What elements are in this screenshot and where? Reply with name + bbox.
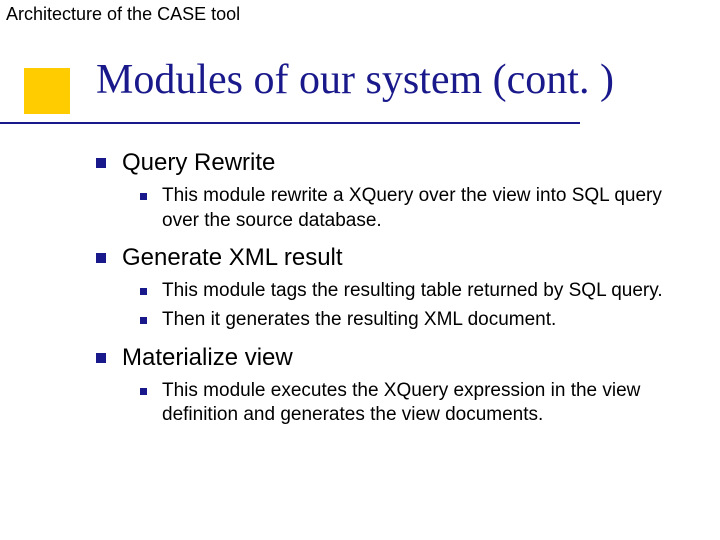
bullet-label: Materialize view bbox=[122, 344, 293, 371]
slide: Architecture of the CASE tool Modules of… bbox=[0, 0, 720, 540]
accent-square bbox=[24, 68, 70, 114]
bullet-label: Generate XML result bbox=[122, 244, 343, 271]
slide-title: Modules of our system (cont. ) bbox=[96, 56, 614, 104]
title-underline bbox=[0, 122, 580, 124]
subbullet: This module executes the XQuery expressi… bbox=[140, 379, 680, 428]
subbullet: Then it generates the resulting XML docu… bbox=[140, 308, 680, 333]
subbullet: This module tags the resulting table ret… bbox=[140, 279, 680, 304]
bullet-query-rewrite: Query Rewrite This module rewrite a XQue… bbox=[96, 148, 680, 233]
bullet-generate-xml: Generate XML result This module tags the… bbox=[96, 243, 680, 332]
subbullet: This module rewrite a XQuery over the vi… bbox=[140, 184, 680, 233]
bullet-label: Query Rewrite bbox=[122, 149, 275, 176]
breadcrumb-header: Architecture of the CASE tool bbox=[6, 4, 240, 25]
bullet-materialize-view: Materialize view This module executes th… bbox=[96, 343, 680, 428]
slide-body: Query Rewrite This module rewrite a XQue… bbox=[96, 148, 680, 438]
